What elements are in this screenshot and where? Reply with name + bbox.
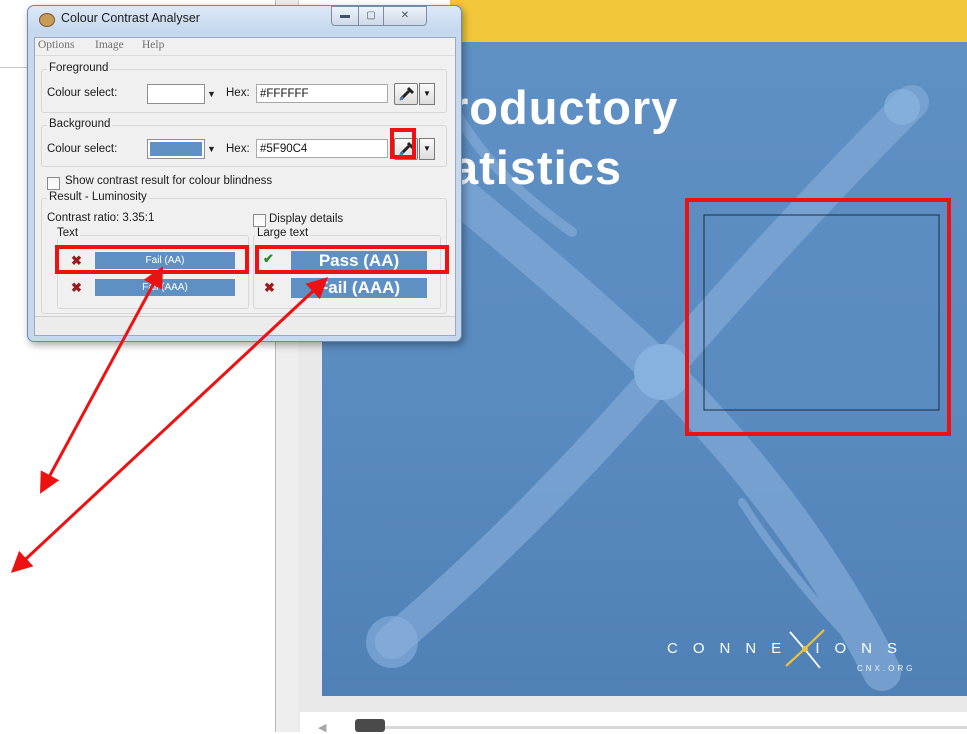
brand-url: CNX.ORG [857, 664, 916, 673]
result-legend: Result - Luminosity [47, 191, 149, 203]
text-results-group [57, 235, 249, 309]
colour-contrast-analyser-window: Colour Contrast Analyser ▬ ▢ ✕ Options I… [27, 5, 462, 342]
background-colour-label: Colour select: [47, 143, 118, 155]
fail-cross-icon: ✖ [71, 280, 82, 295]
foreground-eyedropper-icon[interactable] [394, 83, 418, 105]
foreground-colour-select[interactable] [147, 84, 205, 104]
display-details-checkbox[interactable] [253, 214, 266, 227]
viewer-top-strip [450, 0, 967, 43]
brand-wordmark: CONNE IONS [667, 640, 913, 657]
menu-help[interactable]: Help [142, 39, 164, 51]
maximize-icon[interactable]: ▢ [358, 6, 384, 26]
window-titlebar[interactable]: Colour Contrast Analyser ▬ ▢ ✕ [28, 6, 461, 32]
display-details-label: Display details [269, 213, 344, 225]
background-swatch [150, 142, 202, 156]
text-aa-result: Fail (AA) [95, 252, 235, 269]
foreground-legend: Foreground [47, 62, 111, 74]
background-colour-select[interactable] [147, 139, 205, 159]
background-hex-label: Hex: [226, 143, 250, 155]
palette-icon [39, 13, 55, 27]
horizontal-scrollbar[interactable] [300, 712, 967, 732]
chevron-down-icon[interactable]: ▼ [207, 89, 216, 99]
cover-title-line2: atistics [452, 141, 622, 194]
large-text-legend: Large text [255, 227, 311, 239]
foreground-options-dropdown[interactable]: ▼ [419, 83, 435, 105]
scroll-left-icon[interactable]: ◀ [318, 721, 326, 734]
background-legend: Background [47, 118, 113, 130]
close-icon[interactable]: ✕ [383, 6, 427, 26]
text-aaa-result: Fail (AAA) [95, 279, 235, 296]
fail-cross-icon: ✖ [71, 253, 82, 268]
text-legend: Text [55, 227, 81, 239]
chevron-down-icon[interactable]: ▼ [207, 144, 216, 154]
window-title: Colour Contrast Analyser [61, 11, 200, 25]
fail-cross-icon: ✖ [264, 280, 275, 295]
cover-title-line1: roductory [450, 81, 679, 134]
scroll-track[interactable] [385, 726, 967, 729]
foreground-hex-input[interactable] [256, 84, 388, 103]
colour-blindness-label: Show contrast result for colour blindnes… [65, 175, 273, 187]
status-bar [35, 316, 455, 335]
menu-options[interactable]: Options [38, 39, 74, 51]
foreground-swatch [150, 87, 202, 101]
foreground-hex-label: Hex: [226, 87, 250, 99]
background-options-dropdown[interactable]: ▼ [419, 138, 435, 160]
pass-check-icon: ✔ [263, 251, 274, 266]
scroll-thumb[interactable] [355, 719, 385, 732]
large-text-aaa-result: Fail (AAA) [291, 278, 427, 298]
background-hex-input[interactable] [256, 139, 388, 158]
contrast-ratio: Contrast ratio: 3.35:1 [47, 212, 155, 224]
menubar: Options Image Help [35, 38, 455, 56]
menu-image[interactable]: Image [95, 39, 124, 51]
colour-blindness-checkbox[interactable] [47, 177, 60, 190]
large-text-aa-result: Pass (AA) [291, 251, 427, 271]
foreground-colour-label: Colour select: [47, 87, 118, 99]
window-client: Options Image Help Foreground Colour sel… [34, 37, 456, 336]
background-eyedropper-icon[interactable] [394, 138, 418, 160]
minimize-icon[interactable]: ▬ [331, 6, 359, 26]
